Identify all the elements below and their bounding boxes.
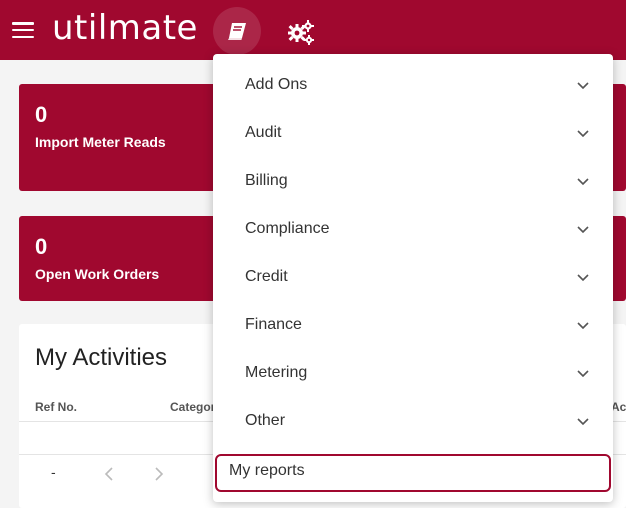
menu-item-label: Credit	[245, 268, 288, 285]
book-icon	[228, 23, 246, 40]
previous-page-button[interactable]	[97, 462, 121, 486]
chevron-left-icon	[104, 467, 113, 481]
menu-item-my-reports[interactable]: My reports	[215, 454, 611, 492]
menu-item-label: Add Ons	[245, 76, 308, 93]
menu-item-label: Other	[245, 412, 286, 429]
pager-range: -	[51, 464, 56, 480]
menu-item-label: Billing	[245, 172, 288, 189]
chevron-down-icon	[577, 418, 589, 426]
menu-item-compliance[interactable]: Compliance	[213, 206, 613, 254]
card-label: Open Work Orders	[35, 266, 160, 282]
reports-button[interactable]	[213, 7, 261, 55]
menu-item-billing[interactable]: Billing	[213, 158, 613, 206]
menu-item-label: Compliance	[245, 220, 330, 237]
menu-item-add-ons[interactable]: Add Ons	[213, 62, 613, 110]
settings-button[interactable]	[279, 10, 323, 54]
card-value: 0	[35, 102, 48, 127]
column-header-acc[interactable]: Acc	[611, 400, 626, 414]
menu-item-credit[interactable]: Credit	[213, 254, 613, 302]
menu-item-label: My reports	[229, 462, 305, 479]
menu-item-finance[interactable]: Finance	[213, 302, 613, 350]
gears-icon	[288, 20, 314, 45]
brand-logo[interactable]: utilmate	[52, 6, 198, 50]
next-page-button[interactable]	[147, 462, 171, 486]
chevron-down-icon	[577, 322, 589, 330]
chevron-down-icon	[577, 82, 589, 90]
chevron-down-icon	[577, 130, 589, 138]
menu-item-label: Metering	[245, 364, 308, 381]
chevron-down-icon	[577, 274, 589, 282]
chevron-down-icon	[577, 178, 589, 186]
menu-item-metering[interactable]: Metering	[213, 350, 613, 398]
open-work-orders-card[interactable]: 0 Open Work Orders	[19, 216, 219, 301]
panel-title: My Activities	[35, 344, 168, 371]
menu-item-label: Audit	[245, 124, 282, 141]
chevron-right-icon	[155, 467, 164, 481]
menu-item-other[interactable]: Other	[213, 398, 613, 446]
chevron-down-icon	[577, 226, 589, 234]
reports-menu: Add Ons Audit Billing Compliance Credit …	[213, 54, 613, 502]
import-meter-reads-card[interactable]: 0 Import Meter Reads	[19, 84, 219, 191]
card-label: Import Meter Reads	[35, 134, 166, 150]
menu-item-audit[interactable]: Audit	[213, 110, 613, 158]
card-value: 0	[35, 234, 48, 259]
menu-item-label: Finance	[245, 316, 302, 333]
chevron-down-icon	[577, 370, 589, 378]
top-bar: utilmate	[0, 0, 626, 60]
column-header-ref-no[interactable]: Ref No.	[35, 400, 77, 414]
hamburger-icon[interactable]	[12, 22, 34, 38]
